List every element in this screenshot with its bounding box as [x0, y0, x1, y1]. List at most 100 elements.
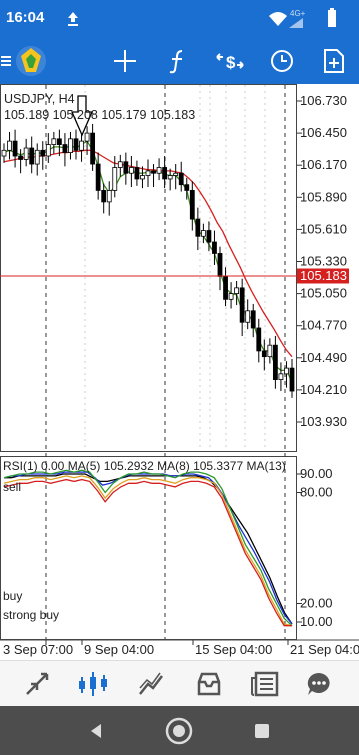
strong-buy-level-label: strong buy [3, 608, 59, 622]
rsi-ma-fast-line [3, 469, 293, 627]
trade-tab[interactable] [122, 661, 180, 707]
candle-body [212, 241, 217, 254]
candle-body [12, 140, 18, 157]
rsi-level-label: 20.00 [300, 596, 333, 611]
price-tick-label: 106.170 [300, 157, 347, 172]
time-axis: 3 Sep 07:00 9 Sep 04:00 15 Sep 04:00 21 Sep… [3, 640, 359, 657]
candle-body [162, 167, 168, 180]
function-icon[interactable] [158, 38, 198, 84]
candle-body [101, 190, 107, 203]
rsi-level-label: 80.00 [300, 485, 333, 500]
main-chart-frame [0, 84, 297, 452]
candle-body [1, 149, 7, 157]
upload-icon [68, 12, 78, 26]
sell-level-label: sell [3, 480, 21, 494]
candle-body [284, 367, 289, 375]
candle-body [189, 190, 195, 220]
price-tick-label: 105.610 [300, 221, 347, 236]
candle-body [68, 138, 73, 153]
wifi-icon [269, 12, 287, 26]
candle-body [200, 230, 206, 237]
candle-body [23, 147, 29, 160]
rsi-lines [3, 469, 293, 627]
candle-body [145, 170, 151, 176]
ohlc-values: 105.189 105.208 105.179 105.183 [4, 108, 195, 122]
candle-body [234, 287, 240, 295]
price-tick-label: 106.450 [300, 125, 347, 140]
svg-text:$: $ [226, 53, 236, 72]
candle-body [256, 327, 262, 352]
candle-body [167, 175, 173, 180]
price-chart[interactable]: 106.730 106.450 106.170 105.890 105.610 105.3… [0, 84, 359, 660]
candle-body [40, 149, 46, 157]
indicator-header: RSI(1) 0.00 MA(5) 105.2932 MA(8) 105.337… [3, 459, 286, 473]
rsi-level-label: 10.00 [300, 614, 333, 629]
candle-body [250, 310, 256, 329]
price-axis: 106.730 106.450 106.170 105.890 105.610 105.3… [297, 93, 347, 429]
price-tick-label: 105.890 [300, 189, 347, 204]
price-tick-label: 105.330 [300, 254, 347, 269]
home-button[interactable] [149, 706, 209, 755]
back-button[interactable] [66, 706, 126, 755]
candle-body [223, 276, 228, 300]
candle-body [117, 161, 123, 168]
chart-tab[interactable] [64, 661, 122, 707]
candle-body [123, 161, 129, 174]
candle-body [217, 253, 223, 277]
history-tab[interactable] [180, 661, 238, 707]
time-tick-label: 3 Sep 07:00 [3, 642, 73, 657]
candle-body [128, 167, 134, 174]
messages-tab[interactable] [290, 661, 348, 707]
candle-body [272, 344, 278, 380]
candle-body [18, 155, 24, 160]
candle-body [289, 367, 295, 392]
candle-body [45, 144, 51, 157]
app-logo[interactable] [12, 38, 50, 84]
system-nav-bar [0, 706, 359, 755]
rsi-raw-line [3, 478, 292, 627]
candle-body [267, 344, 273, 358]
candle-body [134, 167, 140, 180]
candle-body [228, 293, 234, 300]
candle-body [7, 140, 12, 151]
toolbar: $ [0, 38, 359, 84]
candle-body [106, 190, 112, 203]
time-tick-label: 21 Sep 04:00 [290, 642, 359, 657]
candle-body [34, 149, 40, 165]
current-price-label: 105.183 [300, 268, 347, 283]
candle-body [140, 175, 145, 180]
candle-body [79, 140, 84, 151]
candle-body [73, 138, 79, 151]
time-tick-label: 9 Sep 04:00 [84, 642, 154, 657]
price-tick-label: 106.730 [300, 93, 347, 108]
time-tick-label: 15 Sep 04:00 [195, 642, 272, 657]
crosshair-icon[interactable] [105, 38, 145, 84]
news-tab[interactable] [236, 661, 294, 707]
clock-icon[interactable] [262, 38, 302, 84]
symbol-label: USDJPY, H4 [4, 92, 75, 106]
candle-body [112, 167, 118, 191]
symbol-icon[interactable]: $ [208, 38, 252, 84]
candle-body [178, 172, 184, 186]
quotes-tab[interactable] [8, 661, 66, 707]
candle-body [239, 287, 245, 323]
candle-body [95, 163, 101, 191]
bottom-tab-bar [0, 660, 359, 707]
price-tick-label: 103.930 [300, 414, 347, 429]
network-type: 4G+ [290, 9, 306, 18]
menu-icon[interactable] [0, 38, 12, 84]
candle-body [173, 172, 179, 176]
price-tick-label: 104.490 [300, 350, 347, 365]
new-order-icon[interactable] [314, 38, 354, 84]
recents-button[interactable] [232, 706, 292, 755]
buy-level-label: buy [3, 589, 22, 603]
candle-body [261, 350, 267, 358]
candle-body [29, 147, 35, 165]
price-tick-label: 104.770 [300, 318, 347, 333]
candle-body [206, 230, 212, 243]
candle-body [56, 138, 62, 145]
candle-body [184, 184, 190, 191]
candle-body [245, 310, 251, 323]
price-tick-label: 105.050 [300, 286, 347, 301]
candle-body [195, 218, 201, 237]
